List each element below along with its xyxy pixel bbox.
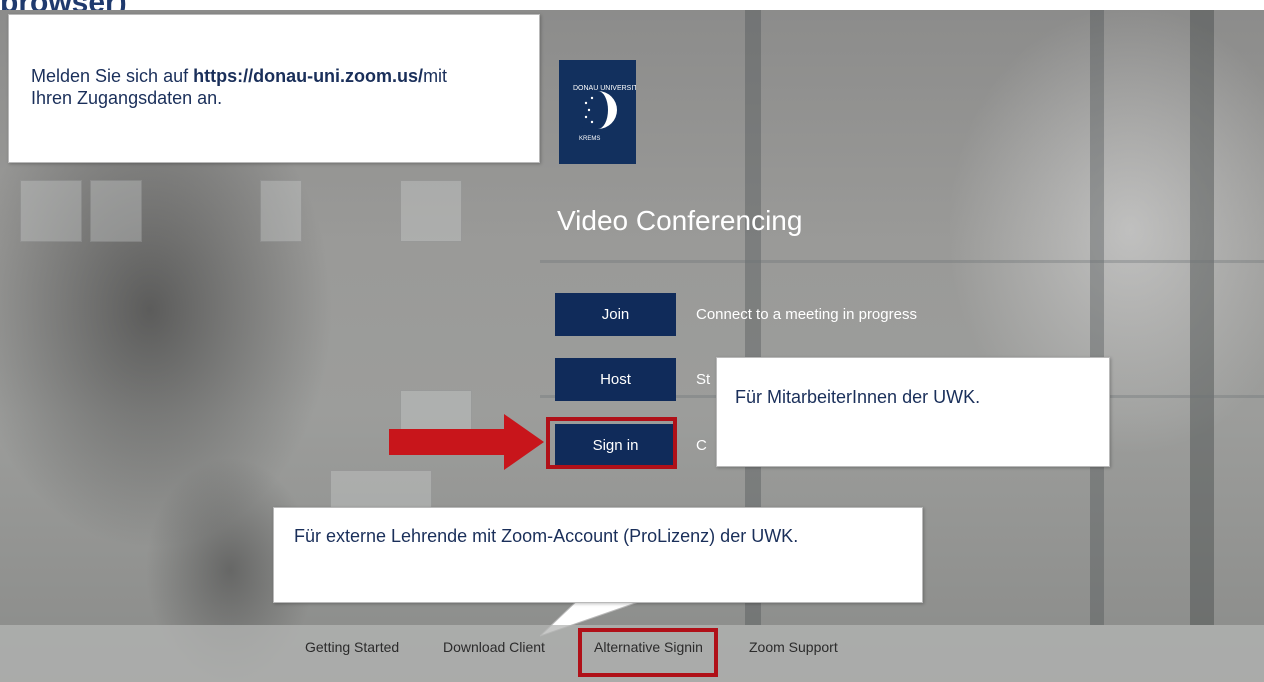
zoom-landing-page: Melden Sie sich auf https://donau-uni.zo… — [0, 10, 1264, 682]
staff-callout-text: Für MitarbeiterInnen der UWK. — [735, 387, 981, 407]
background-window — [90, 180, 142, 242]
university-logo: DONAU UNIVERSITÄT KREMS — [559, 60, 647, 164]
svg-text:DONAU UNIVERSITÄT: DONAU UNIVERSITÄT — [573, 84, 636, 92]
instruction-prefix: Melden Sie sich auf — [31, 66, 194, 86]
join-description: Connect to a meeting in progress — [696, 306, 917, 323]
join-button[interactable]: Join — [555, 293, 676, 336]
background-pillar — [1090, 10, 1104, 625]
external-callout-text: Für externe Lehrende mit Zoom-Account (P… — [294, 526, 799, 546]
footer-link-getting-started[interactable]: Getting Started — [305, 639, 399, 655]
arrow-right-icon — [389, 414, 544, 470]
alternative-signin-highlight — [578, 628, 718, 677]
footer-link-download-client[interactable]: Download Client — [443, 639, 545, 655]
instruction-url[interactable]: https://donau-uni.zoom.us/ — [193, 66, 423, 86]
staff-callout: Für MitarbeiterInnen der UWK. — [716, 357, 1110, 467]
hero-title: Video Conferencing — [557, 205, 803, 236]
donau-uni-logo-icon: DONAU UNIVERSITÄT KREMS — [573, 84, 647, 142]
sign-in-description: C — [696, 437, 707, 454]
instruction-callout: Melden Sie sich auf https://donau-uni.zo… — [8, 14, 540, 163]
sign-in-highlight — [546, 417, 677, 469]
background-beam — [540, 260, 1264, 263]
background-window — [330, 470, 432, 512]
background-pillar — [1190, 10, 1214, 625]
external-callout: Für externe Lehrende mit Zoom-Account (P… — [273, 507, 923, 603]
host-description: St — [696, 371, 711, 388]
footer-link-zoom-support[interactable]: Zoom Support — [749, 639, 838, 655]
background-window — [260, 180, 302, 242]
svg-text:KREMS: KREMS — [579, 136, 600, 142]
background-window — [400, 180, 462, 242]
background-window — [20, 180, 82, 242]
host-button[interactable]: Host — [555, 358, 676, 401]
